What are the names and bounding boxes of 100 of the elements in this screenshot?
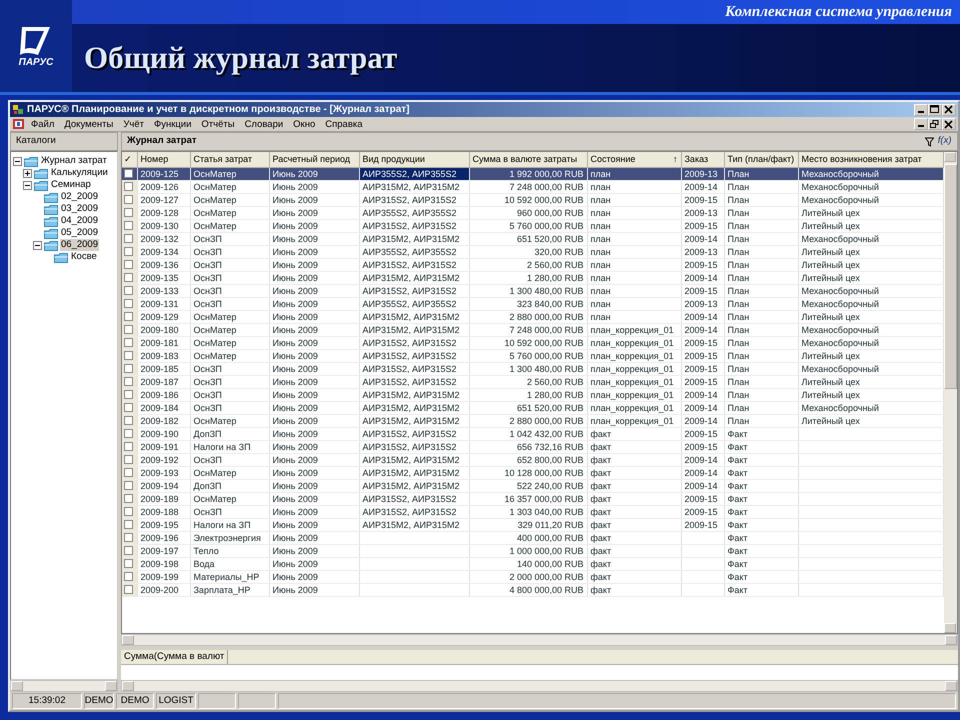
row-checkbox[interactable] bbox=[124, 195, 133, 204]
column-header[interactable]: Сумма(Сумма в валют bbox=[121, 650, 228, 664]
horizontal-scrollbar[interactable] bbox=[10, 680, 118, 692]
table-row[interactable]: 2009-196 Электроэнергия Июнь 2009 400 000,00 RUB факт Факт bbox=[122, 531, 943, 544]
formula-label[interactable]: f(x) bbox=[938, 134, 952, 149]
tree-item[interactable]: 05_2009 bbox=[60, 227, 99, 239]
table-row[interactable]: 2009-135 ОснЗП Июнь 2009 АИР315М2, АИР315М2 1 280,00 RUB план 2009-14 План Литейный цех bbox=[122, 271, 943, 284]
row-checkbox[interactable] bbox=[124, 442, 133, 451]
row-checkbox[interactable] bbox=[124, 429, 133, 438]
column-header[interactable]: Номер bbox=[137, 152, 190, 167]
column-header[interactable]: Тип (план/факт) bbox=[724, 152, 798, 167]
row-checkbox[interactable] bbox=[124, 559, 133, 568]
horizontal-scrollbar[interactable] bbox=[121, 680, 958, 692]
row-checkbox[interactable] bbox=[124, 169, 133, 178]
tree-item[interactable]: 04_2009 bbox=[60, 215, 99, 227]
table-row[interactable]: 2009-125 ОснМатер Июнь 2009 АИР355S2, АИР355S2 1 992 000,00 RUB план 2009-13 План Механосборочный bbox=[122, 167, 943, 180]
row-checkbox[interactable] bbox=[124, 520, 133, 529]
menu-item[interactable]: Файл bbox=[27, 118, 58, 130]
table-row[interactable]: 2009-186 ОснЗП Июнь 2009 АИР315М2, АИР315М2 1 280,00 RUB план_коррекция_01 2009-14 План Литейный цех bbox=[122, 388, 943, 401]
row-checkbox[interactable] bbox=[124, 234, 133, 243]
close-button[interactable] bbox=[942, 104, 956, 116]
table-row[interactable]: 2009-195 Налоги на ЗП Июнь 2009 АИР315М2, АИР315М2 329 011,20 RUB факт 2009-15 Факт bbox=[122, 518, 943, 531]
table-row[interactable]: 2009-200 Зарплата_НР Июнь 2009 4 800 000,00 RUB факт Факт bbox=[122, 583, 943, 596]
row-checkbox[interactable] bbox=[124, 273, 133, 282]
row-checkbox[interactable] bbox=[124, 494, 133, 503]
close-button[interactable] bbox=[942, 118, 956, 130]
tree-item[interactable]: Калькуляции bbox=[50, 167, 109, 179]
table-row[interactable]: 2009-188 ОснЗП Июнь 2009 АИР315S2, АИР315S2 1 303 040,00 RUB факт 2009-15 Факт bbox=[122, 505, 943, 518]
column-header[interactable]: Сумма в валюте затраты bbox=[469, 152, 587, 167]
table-row[interactable]: 2009-127 ОснМатер Июнь 2009 АИР315S2, АИР315S2 10 592 000,00 RUB план 2009-15 План Механосборочный bbox=[122, 193, 943, 206]
table-row[interactable]: 2009-184 ОснЗП Июнь 2009 АИР315М2, АИР315М2 651 520,00 RUB план_коррекция_01 2009-14 План Механосборочный bbox=[122, 401, 943, 414]
row-checkbox[interactable] bbox=[124, 585, 133, 594]
row-checkbox[interactable] bbox=[124, 338, 133, 347]
row-checkbox[interactable] bbox=[124, 546, 133, 555]
table-row[interactable]: 2009-191 Налоги на ЗП Июнь 2009 АИР315S2, АИР315S2 656 732,16 RUB факт 2009-15 Факт bbox=[122, 440, 943, 453]
tree-item[interactable]: 03_2009 bbox=[60, 203, 99, 215]
table-row[interactable]: 2009-183 ОснМатер Июнь 2009 АИР315S2, АИР315S2 5 760 000,00 RUB план_коррекция_01 2009-15 План Литейный цех bbox=[122, 349, 943, 362]
column-header[interactable]: Расчетный период bbox=[269, 152, 359, 167]
table-row[interactable]: 2009-130 ОснМатер Июнь 2009 АИР315S2, АИР315S2 5 760 000,00 RUB план 2009-15 План Литейный цех bbox=[122, 219, 943, 232]
row-checkbox[interactable] bbox=[124, 325, 133, 334]
check-column-header[interactable]: ✓ bbox=[122, 152, 137, 167]
table-row[interactable]: 2009-187 ОснЗП Июнь 2009 АИР315S2, АИР315S2 2 560,00 RUB план_коррекция_01 2009-15 План Литейный цех bbox=[122, 375, 943, 388]
minimize-button[interactable] bbox=[914, 118, 928, 130]
row-checkbox[interactable] bbox=[124, 364, 133, 373]
row-checkbox[interactable] bbox=[124, 299, 133, 308]
row-checkbox[interactable] bbox=[124, 416, 133, 425]
table-row[interactable]: 2009-185 ОснЗП Июнь 2009 АИР315S2, АИР315S2 1 300 480,00 RUB план_коррекция_01 2009-15 План Механосборочный bbox=[122, 362, 943, 375]
table-row[interactable]: 2009-181 ОснМатер Июнь 2009 АИР315S2, АИР315S2 10 592 000,00 RUB план_коррекция_01 2009-15 План Механосборочный bbox=[122, 336, 943, 349]
table-row[interactable]: 2009-128 ОснМатер Июнь 2009 АИР355S2, АИР355S2 960 000,00 RUB план 2009-13 План Литейный цех bbox=[122, 206, 943, 219]
horizontal-scrollbar[interactable] bbox=[121, 634, 958, 646]
maximize-button[interactable] bbox=[928, 104, 942, 116]
table-row[interactable]: 2009-133 ОснЗП Июнь 2009 АИР315S2, АИР315S2 1 300 480,00 RUB план 2009-15 План Механосборочный bbox=[122, 284, 943, 297]
row-checkbox[interactable] bbox=[124, 260, 133, 269]
column-header[interactable]: Вид продукции bbox=[359, 152, 469, 167]
menu-item[interactable]: Отчёты bbox=[197, 118, 239, 130]
vertical-scrollbar[interactable] bbox=[944, 152, 956, 633]
tree-toggle[interactable] bbox=[23, 168, 32, 178]
row-checkbox[interactable] bbox=[124, 182, 133, 191]
table-row[interactable]: 2009-199 Материалы_НР Июнь 2009 2 000 000,00 RUB факт Факт bbox=[122, 570, 943, 583]
table-row[interactable]: 2009-126 ОснМатер Июнь 2009 АИР315М2, АИР315М2 7 248 000,00 RUB план 2009-14 План Механосборочный bbox=[122, 180, 943, 193]
table-row[interactable]: 2009-189 ОснМатер Июнь 2009 АИР315S2, АИР315S2 16 357 000,00 RUB факт 2009-15 Факт bbox=[122, 492, 943, 505]
row-checkbox[interactable] bbox=[124, 351, 133, 360]
menu-item[interactable]: Окно bbox=[289, 118, 320, 130]
row-checkbox[interactable] bbox=[124, 247, 133, 256]
table-row[interactable]: 2009-182 ОснМатер Июнь 2009 АИР315М2, АИР315М2 2 880 000,00 RUB план_коррекция_01 2009-14 План Литейный цех bbox=[122, 414, 943, 427]
table-row[interactable]: 2009-193 ОснМатер Июнь 2009 АИР315М2, АИР315М2 10 128 000,00 RUB факт 2009-14 Факт bbox=[122, 466, 943, 479]
table-row[interactable]: 2009-132 ОснЗП Июнь 2009 АИР315М2, АИР315М2 651 520,00 RUB план 2009-14 План Механосборочный bbox=[122, 232, 943, 245]
row-checkbox[interactable] bbox=[124, 481, 133, 490]
tree-toggle[interactable] bbox=[33, 240, 42, 250]
column-header[interactable]: Заказ bbox=[681, 152, 724, 167]
row-checkbox[interactable] bbox=[124, 507, 133, 516]
row-checkbox[interactable] bbox=[124, 403, 133, 412]
row-checkbox[interactable] bbox=[124, 377, 133, 386]
row-checkbox[interactable] bbox=[124, 208, 133, 217]
table-row[interactable]: 2009-131 ОснЗП Июнь 2009 АИР355S2, АИР355S2 323 840,00 RUB план 2009-13 План Механосборочный bbox=[122, 297, 943, 310]
table-row[interactable]: 2009-180 ОснМатер Июнь 2009 АИР315М2, АИР315М2 7 248 000,00 RUB план_коррекция_01 2009-14 План Механосборочный bbox=[122, 323, 943, 336]
filter-icon[interactable] bbox=[924, 136, 934, 146]
row-checkbox[interactable] bbox=[124, 221, 133, 230]
table-row[interactable]: 2009-198 Вода Июнь 2009 140 000,00 RUB факт Факт bbox=[122, 557, 943, 570]
table-row[interactable]: 2009-134 ОснЗП Июнь 2009 АИР355S2, АИР355S2 320,00 RUB план 2009-13 План Литейный цех bbox=[122, 245, 943, 258]
menu-item[interactable]: Учёт bbox=[119, 118, 148, 130]
menu-item[interactable]: Функции bbox=[150, 118, 196, 130]
table-row[interactable]: 2009-192 ОснЗП Июнь 2009 АИР315М2, АИР315М2 652 800,00 RUB факт 2009-14 Факт bbox=[122, 453, 943, 466]
column-header[interactable]: Место возникновения затрат bbox=[798, 152, 943, 167]
menu-item[interactable]: Документы bbox=[60, 118, 118, 130]
row-checkbox[interactable] bbox=[124, 390, 133, 399]
row-checkbox[interactable] bbox=[124, 286, 133, 295]
tree-item[interactable]: Семинар bbox=[50, 179, 92, 191]
table-row[interactable]: 2009-194 ДопЗП Июнь 2009 АИР315М2, АИР315М2 522 240,00 RUB факт 2009-14 Факт bbox=[122, 479, 943, 492]
row-checkbox[interactable] bbox=[124, 455, 133, 464]
row-checkbox[interactable] bbox=[124, 572, 133, 581]
tree-item[interactable]: Косве bbox=[70, 251, 98, 263]
table-row[interactable]: 2009-190 ДопЗП Июнь 2009 АИР315S2, АИР315S2 1 042 432,00 RUB факт 2009-15 Факт bbox=[122, 427, 943, 440]
menu-item[interactable]: Справка bbox=[321, 118, 367, 130]
tree-item[interactable]: 06_2009 bbox=[60, 239, 99, 251]
minimize-button[interactable] bbox=[914, 104, 928, 116]
table-row[interactable]: 2009-129 ОснМатер Июнь 2009 АИР315М2, АИР315М2 2 880 000,00 RUB план 2009-14 План Литейный цех bbox=[122, 310, 943, 323]
restore-button[interactable] bbox=[928, 118, 942, 130]
tree-item[interactable]: Журнал затрат bbox=[40, 155, 108, 167]
table-row[interactable]: 2009-197 Тепло Июнь 2009 1 000 000,00 RUB факт Факт bbox=[122, 544, 943, 557]
